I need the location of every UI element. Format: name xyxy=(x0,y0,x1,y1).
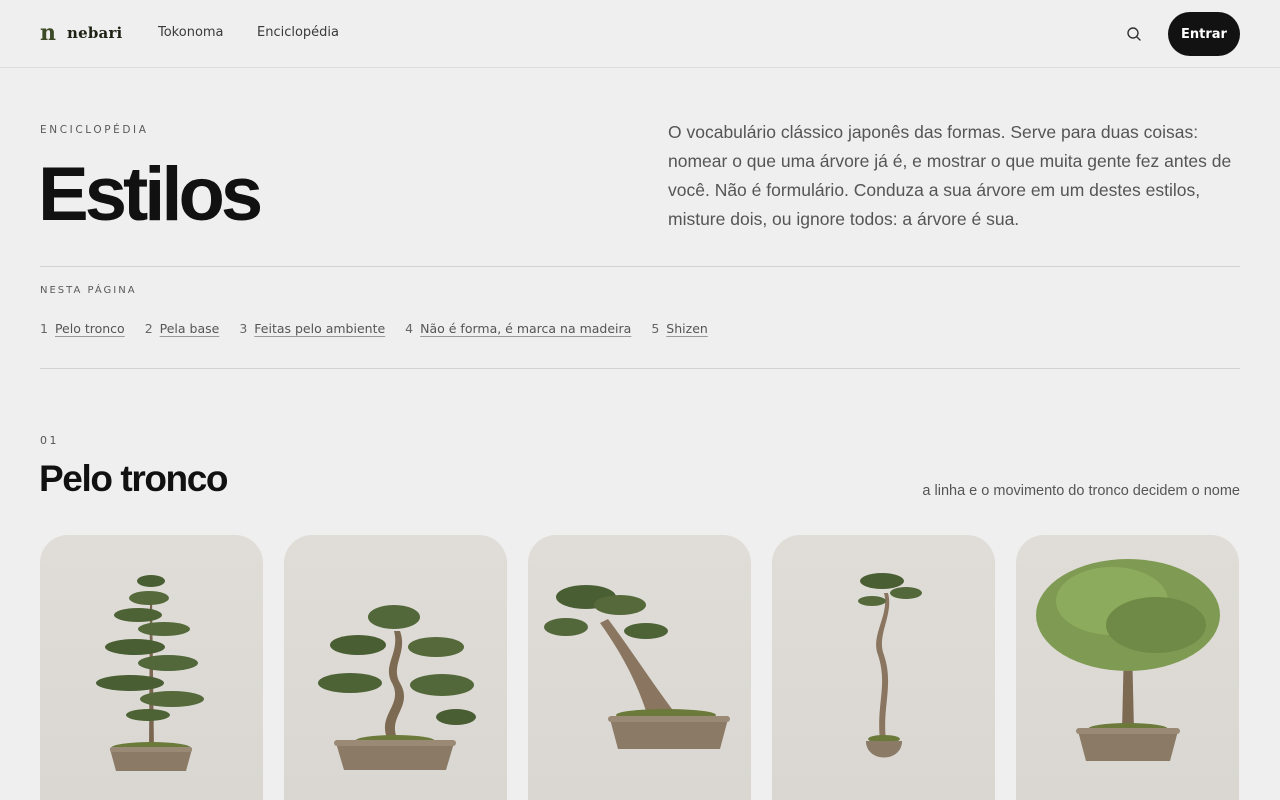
literati-bonsai-image xyxy=(858,573,922,758)
search-icon xyxy=(1127,27,1141,41)
section-number: 01 xyxy=(40,434,59,447)
formal-upright-bonsai-image xyxy=(96,575,204,771)
broom-bonsai-image xyxy=(1036,559,1220,761)
style-card-slanting[interactable] xyxy=(528,535,751,800)
slanting-bonsai-image xyxy=(544,585,730,749)
toc-link-feitas-pelo-ambiente[interactable]: Feitas pelo ambiente xyxy=(254,321,385,336)
site-header: n nebari Tokonoma Enciclopédia Entrar xyxy=(0,0,1280,68)
toc-item: 2 Pela base xyxy=(145,321,220,336)
style-card-informal-upright[interactable] xyxy=(284,535,507,800)
nav-link-tokonoma[interactable]: Tokonoma xyxy=(158,25,224,40)
brand-logo[interactable]: n nebari xyxy=(40,22,122,44)
toc-link-marca-na-madeira[interactable]: Não é forma, é marca na madeira xyxy=(420,321,631,336)
toc-link-pela-base[interactable]: Pela base xyxy=(160,321,220,336)
toc-label: NESTA PÁGINA xyxy=(40,285,137,296)
page-toc: 1 Pelo tronco 2 Pela base 3 Feitas pelo … xyxy=(40,321,728,336)
section-title: Pelo tronco xyxy=(39,458,229,499)
style-card-formal-upright[interactable] xyxy=(40,535,263,800)
nav-link-enciclopedia[interactable]: Enciclopédia xyxy=(257,25,339,40)
toc-number: 3 xyxy=(239,321,248,336)
page-description: O vocabulário clássico japonês das forma… xyxy=(668,122,1232,229)
search-button[interactable] xyxy=(1124,24,1144,44)
style-card-literati[interactable] xyxy=(772,535,995,800)
toc-item: 5 Shizen xyxy=(651,321,707,336)
page-title: Estilos xyxy=(38,152,263,237)
brand-mark: n xyxy=(40,20,56,46)
toc-item: 1 Pelo tronco xyxy=(40,321,125,336)
style-card-broom[interactable] xyxy=(1016,535,1239,800)
toc-number: 4 xyxy=(405,321,414,336)
brand-name: nebari xyxy=(67,24,123,42)
toc-number: 1 xyxy=(40,321,48,336)
toc-link-shizen[interactable]: Shizen xyxy=(666,321,708,336)
section-subtitle: a linha e o movimento do tronco decidem … xyxy=(922,483,1240,499)
toc-item: 3 Feitas pelo ambiente xyxy=(239,321,385,336)
toc-item: 4 Não é forma, é marca na madeira xyxy=(405,321,631,336)
toc-number: 2 xyxy=(144,321,153,336)
informal-upright-bonsai-image xyxy=(318,605,476,770)
login-button[interactable]: Entrar xyxy=(1168,12,1240,56)
toc-link-pelo-tronco[interactable]: Pelo tronco xyxy=(55,321,125,336)
divider xyxy=(40,266,1240,267)
divider xyxy=(40,368,1240,369)
toc-number: 5 xyxy=(651,321,660,336)
page-eyebrow: ENCICLOPÉDIA xyxy=(40,124,149,136)
